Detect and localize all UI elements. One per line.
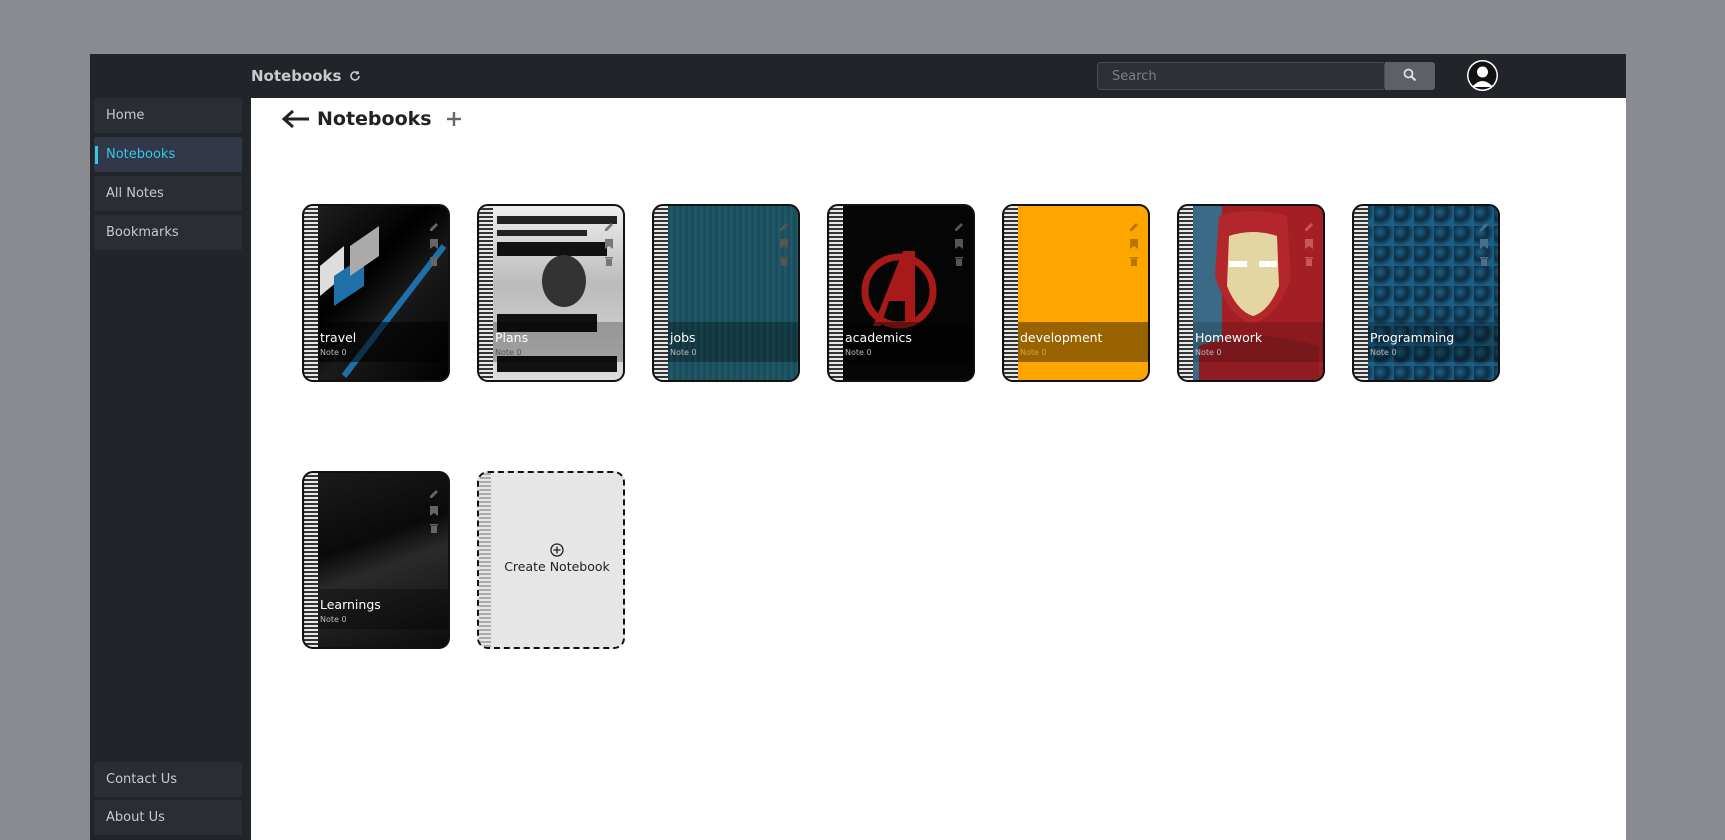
avatar[interactable] <box>1467 60 1498 91</box>
notebook-card[interactable]: Learnings Note 0 <box>302 471 450 649</box>
notebook-title: Learnings <box>320 597 381 612</box>
sidebar-item-about-us[interactable]: About Us <box>94 800 242 835</box>
sidebar-item-notebooks[interactable]: Notebooks <box>94 137 242 172</box>
bookmark-icon[interactable] <box>1303 235 1315 249</box>
notebook-spiral <box>304 206 318 380</box>
notebook-spiral <box>1004 206 1018 380</box>
edit-icon[interactable] <box>1303 218 1315 231</box>
search-input[interactable] <box>1097 62 1385 90</box>
notebook-title: Plans <box>495 330 529 345</box>
sidebar-item-label: Contact Us <box>106 772 177 787</box>
sidebar-item-label: Home <box>106 108 145 123</box>
edit-icon[interactable] <box>603 218 615 231</box>
plus-circle-icon <box>550 543 564 557</box>
notebook-title: Programming <box>1370 330 1455 345</box>
page-header: Notebooks <box>281 108 464 130</box>
search-button[interactable] <box>1385 62 1435 90</box>
back-arrow-icon[interactable] <box>281 109 311 129</box>
notebook-title: travel <box>320 330 357 345</box>
notebook-note-count: Note 0 <box>320 615 347 624</box>
notebook-actions <box>1303 218 1315 266</box>
top-bar: Notebooks <box>90 54 1626 98</box>
sidebar-item-label: Notebooks <box>106 147 176 162</box>
create-notebook-card[interactable]: Create Notebook <box>477 471 625 649</box>
notebook-actions <box>603 218 615 266</box>
trash-icon[interactable] <box>428 519 440 533</box>
edit-icon[interactable] <box>1128 218 1140 231</box>
notebook-note-count: Note 0 <box>1195 348 1222 357</box>
notebook-note-count: Note 0 <box>670 348 697 357</box>
notebook-note-count: Note 0 <box>495 348 522 357</box>
sidebar-item-all-notes[interactable]: All Notes <box>94 176 242 211</box>
notebook-actions <box>1128 218 1140 266</box>
notebook-spiral <box>304 473 318 647</box>
edit-icon[interactable] <box>1478 218 1490 231</box>
notebook-spiral <box>829 206 843 380</box>
app-title: Notebooks <box>251 67 362 85</box>
trash-icon[interactable] <box>1478 252 1490 266</box>
notebook-actions <box>778 218 790 266</box>
edit-icon[interactable] <box>953 218 965 231</box>
sidebar-item-contact-us[interactable]: Contact Us <box>94 762 242 797</box>
app-window: Notebooks Home Notebooks All Notes <box>90 54 1626 840</box>
notebook-actions <box>1478 218 1490 266</box>
bookmark-icon[interactable] <box>953 235 965 249</box>
notebook-card[interactable]: development Note 0 <box>1002 204 1150 382</box>
edit-icon[interactable] <box>428 485 440 498</box>
notebook-card[interactable]: jobs Note 0 <box>652 204 800 382</box>
trash-icon[interactable] <box>1128 252 1140 266</box>
notebook-title: Homework <box>1195 330 1263 345</box>
notebook-actions <box>428 485 440 533</box>
bookmark-icon[interactable] <box>778 235 790 249</box>
edit-icon[interactable] <box>428 218 440 231</box>
notebook-title: development <box>1020 330 1103 345</box>
sidebar-item-home[interactable]: Home <box>94 98 242 133</box>
search-icon <box>1403 67 1417 86</box>
notebook-spiral <box>479 473 491 647</box>
avatar-icon <box>1467 61 1498 91</box>
notebook-card[interactable]: Programming Note 0 <box>1352 204 1500 382</box>
add-icon[interactable] <box>444 109 464 129</box>
create-notebook-label: Create Notebook <box>504 559 610 574</box>
notebook-note-count: Note 0 <box>1370 348 1397 357</box>
bookmark-icon[interactable] <box>428 235 440 249</box>
edit-icon[interactable] <box>778 218 790 231</box>
notebook-actions <box>428 218 440 266</box>
notebook-card[interactable]: academics Note 0 <box>827 204 975 382</box>
bookmark-icon[interactable] <box>1128 235 1140 249</box>
notebook-note-count: Note 0 <box>845 348 872 357</box>
refresh-icon[interactable] <box>348 69 362 83</box>
create-notebook-content: Create Notebook <box>491 543 623 574</box>
sidebar-item-label: All Notes <box>106 186 164 201</box>
notebook-note-count: Note 0 <box>320 348 347 357</box>
notebook-note-count: Note 0 <box>1020 348 1047 357</box>
bookmark-icon[interactable] <box>428 502 440 516</box>
notebook-spiral <box>1354 206 1368 380</box>
bookmark-icon[interactable] <box>1478 235 1490 249</box>
sidebar-item-label: Bookmarks <box>106 225 179 240</box>
bookmark-icon[interactable] <box>603 235 615 249</box>
notebook-card[interactable]: Plans Note 0 <box>477 204 625 382</box>
notebook-title: jobs <box>670 330 696 345</box>
notebook-card[interactable]: Homework Note 0 <box>1177 204 1325 382</box>
trash-icon[interactable] <box>778 252 790 266</box>
main-content: Notebooks travel Note 0 Plans Note 0 job… <box>251 98 1626 840</box>
page-title: Notebooks <box>317 108 432 130</box>
notebook-spiral <box>479 206 493 380</box>
app-title-text: Notebooks <box>251 67 342 85</box>
trash-icon[interactable] <box>428 252 440 266</box>
sidebar: Home Notebooks All Notes Bookmarks Conta… <box>90 98 251 840</box>
trash-icon[interactable] <box>953 252 965 266</box>
notebook-card[interactable]: travel Note 0 <box>302 204 450 382</box>
sidebar-item-bookmarks[interactable]: Bookmarks <box>94 215 242 250</box>
sidebar-item-label: About Us <box>106 810 165 825</box>
notebook-actions <box>953 218 965 266</box>
trash-icon[interactable] <box>603 252 615 266</box>
notebook-title: academics <box>845 330 912 345</box>
trash-icon[interactable] <box>1303 252 1315 266</box>
notebook-spiral <box>1179 206 1193 380</box>
notebook-spiral <box>654 206 668 380</box>
